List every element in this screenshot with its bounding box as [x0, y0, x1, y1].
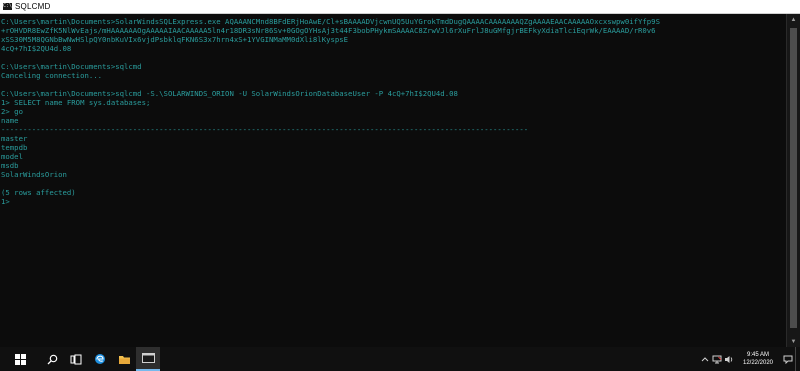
console-line: msdb: [1, 161, 19, 170]
console-line: +rOHVDR8EwZfK5NlWvEajs/mHAAAAAAOgAAAAAIA…: [1, 26, 656, 35]
console-lines: C:\Users\martin\Documents>SolarWindsSQLE…: [1, 17, 660, 206]
console-line: Canceling connection...: [1, 71, 103, 80]
file-explorer-button[interactable]: [112, 347, 136, 371]
clock-date: 12/22/2020: [742, 360, 774, 366]
console-line: 1>: [1, 197, 10, 206]
windows-logo-icon: [14, 353, 26, 365]
console-line: (5 rows affected): [1, 188, 76, 197]
task-view-button[interactable]: [64, 347, 88, 371]
start-button[interactable]: [0, 347, 40, 371]
console-output[interactable]: C:\Users\martin\Documents>SolarWindsSQLE…: [0, 14, 787, 347]
vertical-scrollbar[interactable]: ▲ ▼: [786, 14, 800, 347]
scroll-down-arrow-icon[interactable]: ▼: [787, 336, 800, 347]
console-line: 4cQ+7hI$2QU4d.08: [1, 44, 72, 53]
console-line: C:\Users\martin\Documents>sqlcmd -S.\SOL…: [1, 89, 458, 98]
system-tray: 9:45 AM 12/22/2020: [699, 347, 800, 371]
notification-icon: [783, 355, 793, 364]
window-titlebar[interactable]: C:\ SQLCMD: [0, 0, 800, 14]
edge-icon: [95, 354, 105, 364]
console-line: name: [1, 116, 19, 125]
console-app-icon: C:\: [2, 3, 13, 10]
console-line: C:\Users\martin\Documents>sqlcmd: [1, 62, 142, 71]
taskbar: 9:45 AM 12/22/2020: [0, 347, 800, 371]
console-line: tempdb: [1, 143, 28, 152]
console-line: 2> go: [1, 107, 23, 116]
console-line: model: [1, 152, 23, 161]
console-line: ----------------------------------------…: [1, 125, 529, 134]
show-desktop-button[interactable]: [795, 347, 800, 371]
console-icon: [141, 353, 155, 363]
task-view-icon: [70, 354, 82, 364]
window-title: SQLCMD: [15, 2, 51, 11]
scroll-thumb[interactable]: [790, 28, 797, 328]
folder-icon: [118, 355, 130, 364]
console-line: C:\Users\martin\Documents>SolarWindsSQLE…: [1, 17, 660, 26]
console-line: 1> SELECT name FROM sys.databases;: [1, 98, 151, 107]
scroll-up-arrow-icon[interactable]: ▲: [787, 14, 800, 25]
network-icon[interactable]: [711, 347, 723, 371]
console-line: SolarWindsOrion: [1, 170, 67, 179]
search-icon: [47, 354, 57, 364]
chevron-up-icon[interactable]: [699, 347, 711, 371]
sqlcmd-taskbar-button[interactable]: [136, 347, 160, 371]
search-button[interactable]: [40, 347, 64, 371]
volume-icon[interactable]: [723, 347, 735, 371]
console-line: xSS30M5M8QGNbBwNwHSlpQY0nbKuVIx6vjdPsbkl…: [1, 35, 349, 44]
console-line: master: [1, 134, 28, 143]
clock-time: 9:45 AM: [746, 352, 769, 358]
notification-button[interactable]: [781, 347, 795, 371]
edge-button[interactable]: [88, 347, 112, 371]
taskbar-clock[interactable]: 9:45 AM 12/22/2020: [735, 347, 781, 371]
